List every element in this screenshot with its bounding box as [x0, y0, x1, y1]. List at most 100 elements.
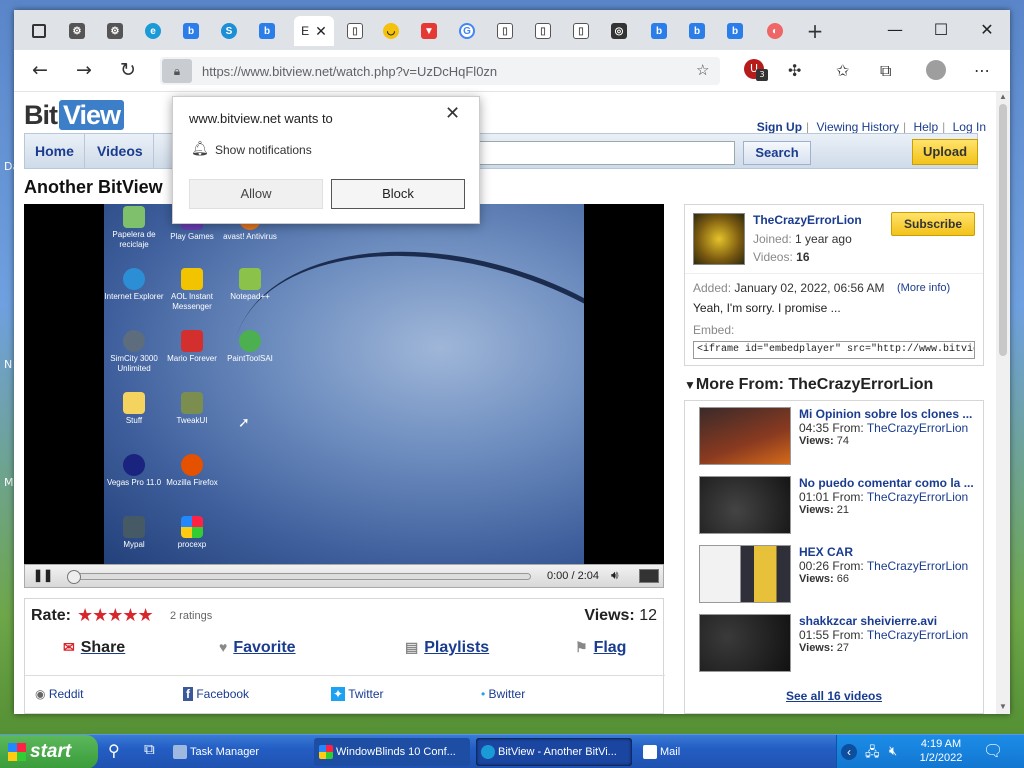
more-menu-icon[interactable]: ⋯ [974, 61, 990, 80]
tab-13[interactable]: ▯ [562, 16, 600, 46]
tab-8[interactable]: ◡ [372, 16, 410, 46]
tab-active[interactable]: E ✕ [294, 16, 334, 46]
extension-icon[interactable]: U3 [744, 59, 768, 81]
scrollbar-thumb[interactable] [999, 104, 1007, 356]
seek-handle[interactable] [67, 570, 81, 584]
upload-button[interactable]: Upload [912, 139, 978, 165]
viewing-history-link[interactable]: Viewing History [817, 120, 899, 134]
clock[interactable]: 4:19 AM 1/2/2022 [911, 737, 971, 765]
list-item[interactable]: No puedo comentar como la ... 01:01 From… [699, 476, 979, 536]
fullscreen-icon[interactable] [639, 569, 659, 583]
tab-5[interactable]: S [210, 16, 248, 46]
flag-button[interactable]: ⚑ Flag [575, 639, 626, 657]
minimize-button[interactable]: — [880, 20, 910, 42]
taskbar-windowblinds[interactable]: WindowBlinds 10 Conf... [314, 738, 470, 766]
favorites-icon[interactable]: ✩ [836, 61, 849, 80]
nav-videos[interactable]: Videos [87, 134, 154, 168]
video-link[interactable]: Mi Opinion sobre los clones ... [799, 407, 979, 421]
tab-12[interactable]: ▯ [524, 16, 562, 46]
video-thumbnail[interactable] [699, 545, 791, 603]
list-item[interactable]: HEX CAR 00:26 From: TheCrazyErrorLion Vi… [699, 545, 979, 605]
uploader-avatar[interactable] [693, 213, 745, 265]
url-text[interactable]: https://www.bitview.net/watch.php?v=UzDc… [202, 64, 497, 79]
tab-3[interactable]: e [134, 16, 172, 46]
allow-button[interactable]: Allow [189, 179, 323, 209]
tab-15[interactable]: b [640, 16, 678, 46]
search-button[interactable]: Search [743, 141, 811, 165]
log-in-link[interactable]: Log In [953, 120, 986, 134]
search-icon[interactable]: ⚲ [108, 741, 120, 761]
video-link[interactable]: HEX CAR [799, 545, 979, 559]
playlists-button[interactable]: ▤ Playlists [405, 639, 489, 657]
start-button[interactable]: start [0, 735, 98, 768]
tab-6[interactable]: b [248, 16, 286, 46]
scroll-up-icon[interactable]: ▲ [999, 92, 1007, 101]
scroll-down-icon[interactable]: ▼ [999, 702, 1007, 711]
lock-icon[interactable]: 🔒︎ [162, 59, 192, 83]
help-link[interactable]: Help [913, 120, 938, 134]
notifications-icon[interactable]: 🗨︎ [983, 741, 1003, 761]
bwitter-link[interactable]: • Bwitter [481, 687, 525, 701]
tab-1[interactable]: ⚙ [58, 16, 96, 46]
forward-icon[interactable]: → [76, 59, 92, 81]
tab-11[interactable]: ▯ [486, 16, 524, 46]
extensions-puzzle-icon[interactable]: ✣ [788, 61, 801, 80]
page-scrollbar[interactable]: ▲ ▼ [996, 92, 1010, 714]
refresh-icon[interactable]: ↻ [120, 59, 136, 81]
video-thumbnail[interactable] [699, 476, 791, 534]
collections-icon[interactable]: ⧉ [880, 61, 891, 81]
tab-16[interactable]: b [678, 16, 716, 46]
tab-4[interactable]: b [172, 16, 210, 46]
tab-14[interactable]: ◎ [600, 16, 638, 46]
tab-10[interactable]: G [448, 16, 486, 46]
tray-expand-icon[interactable]: ‹ [841, 744, 857, 760]
tab-2[interactable]: ⚙ [96, 16, 134, 46]
video-link[interactable]: shakkzcar sheivierre.avi [799, 614, 979, 628]
tab-18[interactable]: ◐ [756, 16, 794, 46]
facebook-link[interactable]: f Facebook [183, 687, 249, 701]
video-thumbnail[interactable] [699, 614, 791, 672]
taskbar-edge-bitview[interactable]: BitView - Another BitVi... [476, 738, 632, 766]
add-favorite-icon[interactable]: ☆ [696, 61, 709, 79]
subscribe-button[interactable]: Subscribe [891, 212, 975, 236]
embed-code-field[interactable]: <iframe id="embedplayer" src="http://www… [693, 341, 975, 359]
profile-avatar[interactable] [926, 60, 946, 80]
seek-bar[interactable] [67, 570, 531, 584]
reddit-link[interactable]: ◉ Reddit [35, 687, 84, 701]
tab-9[interactable]: ▼ [410, 16, 448, 46]
list-item[interactable]: Mi Opinion sobre los clones ... 04:35 Fr… [699, 407, 979, 467]
maximize-button[interactable]: ☐ [926, 20, 956, 42]
block-button[interactable]: Block [331, 179, 465, 209]
close-window-button[interactable]: ✕ [972, 20, 1002, 42]
taskbar-mail[interactable]: Mail [638, 738, 794, 766]
close-icon[interactable]: ✕ [445, 103, 460, 124]
nav-home[interactable]: Home [25, 134, 85, 168]
rating-stars[interactable]: ★★★★★ [77, 605, 154, 626]
share-button[interactable]: ✉ Share [63, 639, 125, 657]
sign-up-link[interactable]: Sign Up [757, 120, 802, 134]
see-all-videos-link[interactable]: See all 16 videos [685, 689, 983, 703]
uploader-name[interactable]: TheCrazyErrorLion [753, 213, 862, 227]
video-thumbnail[interactable] [699, 407, 791, 465]
more-from-header[interactable]: ▼More From: TheCrazyErrorLion [684, 376, 933, 394]
back-icon[interactable]: ← [32, 59, 48, 81]
tab-actions-button[interactable] [20, 16, 58, 46]
volume-icon[interactable]: 🔊︎ [611, 568, 619, 583]
close-tab-icon[interactable]: ✕ [315, 23, 327, 40]
video-link[interactable]: No puedo comentar como la ... [799, 476, 979, 490]
tab-17[interactable]: b [716, 16, 754, 46]
tab-7[interactable]: ▯ [336, 16, 374, 46]
video-player[interactable]: Papelera de reciclaje Play Games avast! … [24, 204, 664, 564]
more-info-link[interactable]: (More info) [897, 282, 950, 294]
new-tab-button[interactable]: + [796, 16, 834, 46]
pause-button[interactable]: ❚❚ [33, 568, 53, 582]
task-view-icon[interactable]: ⧉ [144, 741, 155, 758]
network-icon[interactable]: 🖧︎ [865, 743, 880, 765]
search-input[interactable] [465, 141, 735, 165]
address-bar[interactable]: 🔒︎ https://www.bitview.net/watch.php?v=U… [160, 57, 720, 85]
favorite-button[interactable]: ♥ Favorite [219, 639, 296, 657]
volume-muted-icon[interactable]: 🔇︎ [889, 743, 897, 759]
bitview-logo[interactable]: Bit View [24, 100, 125, 131]
list-item[interactable]: shakkzcar sheivierre.avi 01:55 From: The… [699, 614, 979, 674]
twitter-link[interactable]: ✦ Twitter [331, 687, 384, 701]
